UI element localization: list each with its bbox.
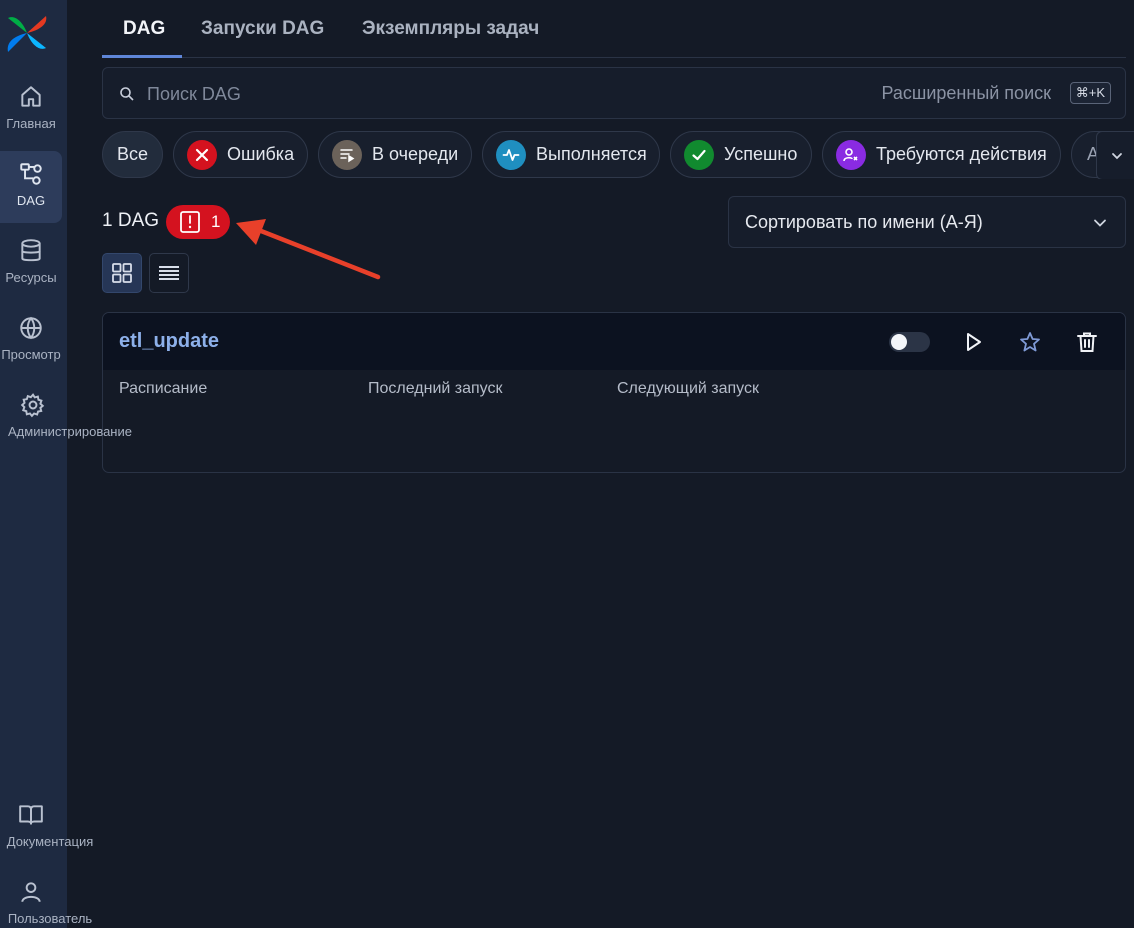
filter-label: Выполняется [536, 144, 647, 164]
star-icon [1020, 332, 1040, 352]
last-run-column-label: Последний запуск [368, 380, 503, 397]
sidebar-item-label: DAG [16, 193, 46, 208]
favorite-button[interactable] [1018, 330, 1042, 354]
play-icon [967, 333, 981, 351]
search-bar: Расширенный поиск ⌘+K [102, 67, 1126, 119]
sidebar-item-label: Пользователь [7, 911, 93, 926]
filter-queued[interactable]: В очереди [318, 131, 472, 178]
globe-icon [20, 316, 42, 340]
filter-success[interactable]: Успешно [670, 131, 812, 178]
search-input[interactable] [147, 78, 747, 110]
annotation-arrow-icon [236, 219, 381, 280]
sidebar-item-browse[interactable]: Просмотр [0, 305, 62, 377]
dag-count: 1 DAG [102, 210, 160, 231]
sidebar-item-label: Администрирование [8, 424, 132, 439]
filter-needs-action[interactable]: Требуются действия [822, 131, 1061, 178]
x-icon [187, 139, 217, 170]
tab-dag-runs[interactable]: Запуски DAG [201, 18, 324, 40]
sidebar: Главная DAG Ресурсы Просмотр Администрир… [0, 0, 132, 928]
filter-failed[interactable]: Ошибка [173, 131, 308, 178]
sidebar-item-admin[interactable]: Администрирование [0, 382, 132, 454]
chevron-down-icon [1094, 219, 1106, 227]
file-warning-icon [180, 211, 200, 233]
check-icon [684, 139, 714, 170]
grid-icon [112, 263, 132, 283]
sidebar-item-label: Просмотр [1, 347, 61, 362]
import-errors-badge[interactable]: 1 [166, 205, 230, 239]
delete-dag-button[interactable] [1075, 330, 1099, 354]
book-icon [19, 805, 43, 825]
sidebar-item-home[interactable]: Главная [0, 74, 62, 146]
filter-label: Требуются действия [876, 144, 1047, 164]
home-icon [21, 86, 41, 107]
card-view-button[interactable] [102, 253, 142, 293]
activity-icon [496, 139, 526, 170]
dag-icon [20, 163, 42, 185]
dag-pause-toggle[interactable] [889, 332, 930, 352]
search-icon [120, 87, 134, 101]
sidebar-item-dag[interactable]: DAG [0, 151, 62, 223]
list-icon [159, 266, 179, 280]
tab-task-instances[interactable]: Экземпляры задач [362, 18, 539, 40]
user-action-icon [836, 139, 866, 170]
chevron-down-icon [1111, 152, 1122, 159]
dag-card-header: etl_update [103, 313, 1125, 370]
top-tabs: DAG Запуски DAG Экземпляры задач [102, 0, 1126, 58]
filter-running[interactable]: Выполняется [482, 131, 660, 178]
schedule-column-label: Расписание [119, 380, 208, 397]
gear-icon [20, 393, 45, 418]
table-view-button[interactable] [149, 253, 189, 293]
database-icon [21, 239, 41, 262]
sidebar-item-label: Ресурсы [5, 270, 57, 285]
active-tab-indicator [102, 55, 182, 58]
trash-icon [1077, 332, 1097, 352]
dag-name-link[interactable]: etl_update [119, 330, 219, 353]
import-errors-count: 1 [211, 212, 221, 231]
filter-label: Ошибка [227, 144, 295, 164]
filter-label: В очереди [372, 144, 459, 164]
filter-label: Успешно [724, 144, 798, 164]
user-icon [21, 882, 41, 903]
app-root: Главная DAG Ресурсы Просмотр Администрир… [0, 0, 1134, 928]
sidebar-item-user[interactable]: Пользователь [0, 869, 92, 928]
sidebar-item-assets[interactable]: Ресурсы [0, 228, 62, 300]
filter-label: Все [116, 144, 149, 164]
filter-scroll-button[interactable] [1096, 131, 1134, 179]
trigger-dag-button[interactable] [961, 330, 985, 354]
sidebar-item-label: Главная [6, 116, 56, 131]
filter-all[interactable]: Все [102, 131, 163, 178]
sort-select[interactable]: Сортировать по имени (А-Я) [728, 196, 1126, 248]
sidebar-item-label: Документация [6, 834, 94, 849]
advanced-search-button[interactable]: Расширенный поиск [882, 83, 1052, 104]
airflow-logo-icon[interactable] [4, 12, 50, 54]
sort-selected-label: Сортировать по имени (А-Я) [745, 212, 983, 232]
tab-dags[interactable]: DAG [123, 18, 165, 40]
next-run-column-label: Следующий запуск [617, 380, 759, 397]
state-filter-bar: Все Ошибка В очереди Выполняется Успешно [102, 131, 1134, 179]
queue-icon [332, 139, 362, 170]
sidebar-item-docs[interactable]: Документация [0, 792, 93, 864]
search-shortcut-hint: ⌘+K [1069, 82, 1111, 104]
dag-card: etl_update Расписание Последний запуск С… [102, 312, 1126, 473]
